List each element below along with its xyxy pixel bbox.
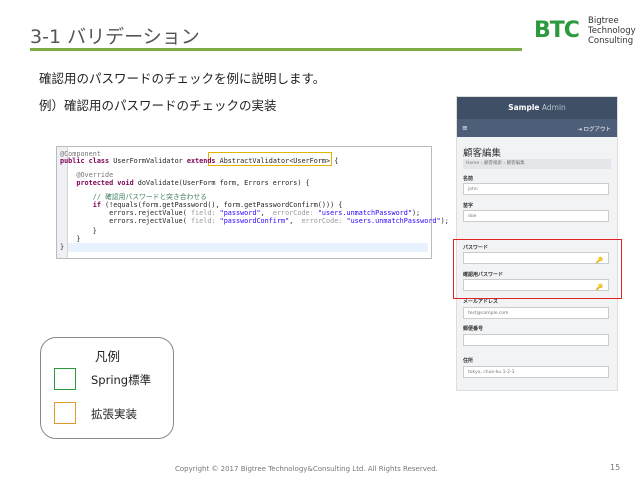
- current-line-highlight: [68, 243, 428, 252]
- code-token: }: [60, 227, 97, 235]
- code-line: public class UserFormValidator extends A…: [60, 157, 338, 166]
- code-token: errorCode:: [301, 217, 347, 225]
- code-token: protected void: [60, 179, 138, 187]
- admin-page-heading: 顧客編集: [463, 148, 502, 159]
- code-token: @Override: [60, 171, 114, 179]
- code-token: ,: [289, 217, 302, 225]
- logo-line-2: Technology: [588, 26, 636, 36]
- logout-link[interactable]: ⇥ ログアウト: [577, 125, 611, 133]
- address-input[interactable]: tokyo, chuo-ku 1-2-3: [463, 366, 609, 378]
- admin-toolbar: ≡ ⇥ ログアウト: [457, 119, 617, 137]
- code-line: }: [60, 243, 64, 252]
- title-underline: [30, 48, 522, 51]
- code-token: "passwordConfirm": [219, 217, 290, 225]
- code-token: public class: [60, 157, 114, 165]
- logo-line-1: Bigtree: [588, 16, 619, 26]
- code-token: "users.unmatchPassword": [346, 217, 441, 225]
- page-number: 15: [610, 463, 621, 472]
- postal-code-input[interactable]: [463, 334, 609, 346]
- code-token: (!equals(form.getPassword(), form.getPas…: [105, 201, 343, 209]
- menu-icon[interactable]: ≡: [462, 124, 468, 132]
- field-label-postal-code: 郵便番号: [463, 326, 484, 332]
- copyright-footer: Copyright © 2017 Bigtree Technology&Cons…: [175, 465, 438, 473]
- example-heading: 例）確認用のパスワードのチェックの実装: [39, 98, 277, 113]
- logo-line-3: Consulting: [588, 36, 634, 46]
- code-token: errorCode:: [272, 209, 318, 217]
- email-input[interactable]: test@sample.com: [463, 307, 609, 319]
- code-token: );: [411, 209, 421, 217]
- code-token: if: [60, 201, 106, 209]
- code-line: errors.rejectValue( field: "passwordConf…: [60, 217, 449, 226]
- field-label-first-name: 名前: [463, 176, 474, 182]
- admin-brand-light: Admin: [539, 103, 566, 112]
- field-label-email: メールアドレス: [463, 299, 499, 305]
- code-editor-panel: @Component public class UserFormValidato…: [56, 146, 449, 259]
- logo-text: Bigtree Technology Consulting: [588, 16, 636, 46]
- password-fields-highlight: [453, 239, 622, 299]
- last-name-input[interactable]: doe: [463, 210, 609, 222]
- code-token: "users.unmatchPassword": [317, 209, 412, 217]
- field-label-address: 住所: [463, 358, 474, 364]
- first-name-input[interactable]: john: [463, 183, 609, 195]
- company-logo: BTC Bigtree Technology Consulting: [532, 16, 636, 46]
- code-token: }: [60, 235, 81, 243]
- code-token: field:: [190, 209, 220, 217]
- admin-header: Sample Admin: [457, 97, 617, 119]
- code-token: );: [440, 217, 449, 225]
- intro-text: 確認用のパスワードのチェックを例に説明します。: [39, 71, 326, 86]
- code-token: UserFormValidator: [113, 157, 187, 165]
- admin-brand-bold: Sample: [508, 103, 540, 112]
- code-token: field:: [190, 217, 220, 225]
- code-token: doValidate(UserForm form, Errors errors)…: [137, 179, 310, 187]
- legend-label-spring: Spring標準: [91, 373, 152, 387]
- code-line: protected void doValidate(UserForm form,…: [60, 179, 310, 188]
- slide-title: 3-1 バリデーション: [30, 26, 200, 48]
- code-token: errors.rejectValue(: [60, 209, 191, 217]
- code-token: }: [60, 243, 65, 251]
- code-token: "password": [219, 209, 261, 217]
- breadcrumb: Home › 顧客検索 › 顧客編集: [463, 159, 611, 169]
- legend-title: 凡例: [95, 349, 121, 364]
- code-token: // 確認用パスワードと突き合わせる: [60, 193, 207, 201]
- legend-box: 凡例 Spring標準 拡張実装: [40, 337, 174, 439]
- code-token: extends: [186, 157, 220, 165]
- code-token: errors.rejectValue(: [60, 217, 191, 225]
- legend-swatch-extension: [54, 402, 76, 424]
- code-token: ,: [260, 209, 273, 217]
- logo-letters: BTC: [534, 18, 580, 43]
- legend-label-extension: 拡張実装: [91, 407, 137, 421]
- field-label-last-name: 苗字: [463, 203, 474, 209]
- code-token: AbstractValidator<UserForm> {: [219, 157, 339, 165]
- legend-swatch-spring: [54, 368, 76, 390]
